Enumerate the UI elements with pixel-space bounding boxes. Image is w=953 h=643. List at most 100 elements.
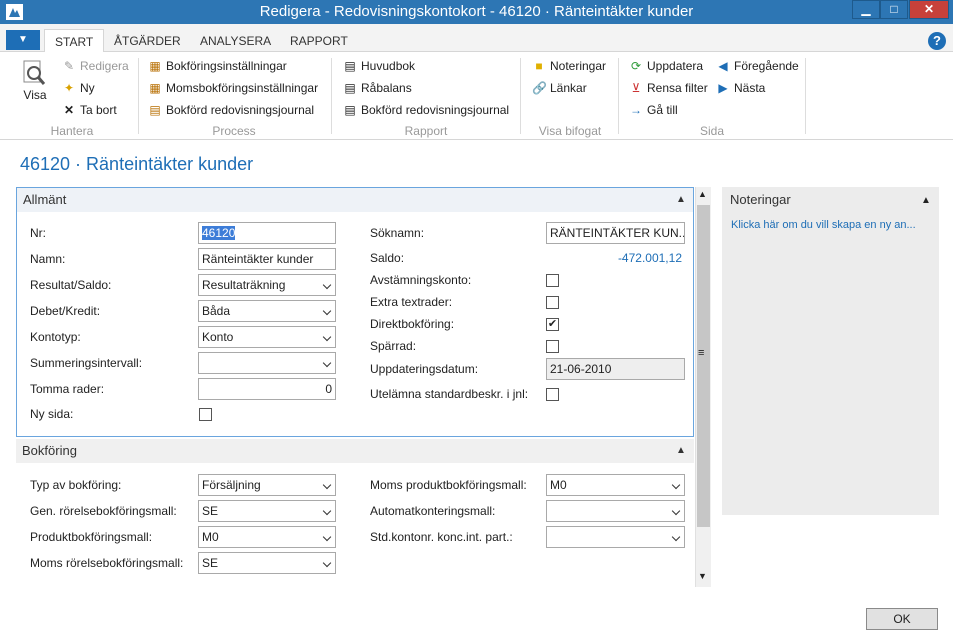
automatkontering-label: Automatkonteringsmall:: [370, 504, 496, 518]
soknamn-label: Söknamn:: [370, 226, 425, 240]
pencil-icon: ✎: [63, 59, 75, 73]
direktbokforing-checkbox[interactable]: ✔: [546, 318, 559, 331]
journal-icon: ▤: [149, 103, 161, 117]
tomma-rader-field[interactable]: 0: [198, 378, 336, 400]
namn-field[interactable]: Ränteintäkter kunder: [198, 248, 336, 270]
grip-icon: ≡: [698, 347, 705, 359]
bokforingsinstallningar-label: Bokföringsinställningar: [166, 59, 287, 73]
avstamningskonto-label: Avstämningskonto:: [370, 273, 472, 287]
ga-till-button[interactable]: → Gå till: [629, 100, 678, 120]
debet-kredit-select[interactable]: Båda: [198, 300, 336, 322]
ny-button[interactable]: ✦ Ny: [62, 78, 95, 98]
avstamningskonto-checkbox[interactable]: [546, 274, 559, 287]
title-bar: Redigera - Redovisningskontokort - 46120…: [0, 0, 953, 24]
tab-rapport[interactable]: RAPPORT: [280, 29, 358, 53]
moms-rorelse-label: Moms rörelsebokföringsmall:: [30, 556, 184, 570]
typ-av-bokforing-label: Typ av bokföring:: [30, 478, 122, 492]
lankar-button[interactable]: 🔗 Länkar: [532, 78, 587, 98]
foregaende-button[interactable]: ◀ Föregående: [716, 56, 798, 76]
automatkontering-select[interactable]: [546, 500, 685, 522]
produktbokforingsmall-select[interactable]: M0: [198, 526, 336, 548]
ribbon-separator: [331, 58, 332, 134]
scroll-up-icon[interactable]: ▲: [698, 189, 707, 199]
minimize-button[interactable]: ▁: [852, 0, 880, 19]
std-kontonr-select[interactable]: [546, 526, 685, 548]
rensa-filter-button[interactable]: ⊻ Rensa filter: [629, 78, 708, 98]
ny-sida-checkbox[interactable]: [199, 408, 212, 421]
scroll-down-icon[interactable]: ▼: [698, 571, 707, 581]
std-kontonr-label: Std.kontonr. konc.int. part.:: [370, 530, 513, 544]
tab-start[interactable]: START: [44, 29, 105, 53]
refresh-icon: ⟳: [630, 59, 642, 73]
nasta-label: Nästa: [734, 81, 766, 95]
app-menu-button[interactable]: ▼: [6, 30, 40, 50]
noteringar-label: Noteringar: [550, 59, 607, 73]
produktbokforingsmall-label: Produktbokföringsmall:: [30, 530, 153, 544]
soknamn-field[interactable]: RÄNTEINTÄKTER KUN...: [546, 222, 685, 244]
extra-textrader-checkbox[interactable]: [546, 296, 559, 309]
bokforing-header[interactable]: Bokföring: [16, 439, 694, 463]
group-rapport: Rapport: [404, 124, 448, 138]
saldo-value-link[interactable]: -472.001,12: [590, 251, 682, 265]
rapport-journal-button[interactable]: ▤ Bokförd redovisningsjournal: [343, 100, 509, 120]
saldo-label: Saldo:: [370, 251, 405, 265]
redigera-button[interactable]: ✎ Redigera: [62, 56, 129, 76]
bokford-redovisningsjournal-button[interactable]: ▤ Bokförd redovisningsjournal: [148, 100, 314, 120]
visa-button[interactable]: Visa: [22, 60, 48, 110]
summeringsintervall-select[interactable]: [198, 352, 336, 374]
noteringar-button[interactable]: ■ Noteringar: [532, 56, 606, 76]
uppdatera-label: Uppdatera: [647, 59, 704, 73]
notes-factbox: Noteringar ▲ Klicka här om du vill skapa…: [722, 187, 939, 515]
uppdatera-button[interactable]: ⟳ Uppdatera: [629, 56, 703, 76]
ta-bort-button[interactable]: ✕ Ta bort: [62, 100, 117, 120]
gen-rorelse-label: Gen. rörelsebokföringsmall:: [30, 504, 177, 518]
sparrad-label: Spärrad:: [370, 339, 417, 353]
sparrad-checkbox[interactable]: [546, 340, 559, 353]
momsbokforingsinstallningar-button[interactable]: ▦ Momsbokföringsinställningar: [148, 78, 318, 98]
group-sida: Sida: [699, 124, 725, 138]
lankar-label: Länkar: [550, 81, 587, 95]
typ-av-bokforing-select[interactable]: Försäljning: [198, 474, 336, 496]
summeringsintervall-label: Summeringsintervall:: [30, 356, 143, 370]
ny-label: Ny: [80, 81, 95, 95]
window-title: Redigera - Redovisningskontokort - 46120…: [259, 3, 694, 20]
ribbon-separator: [520, 58, 521, 134]
uppdateringsdatum-label: Uppdateringsdatum:: [370, 362, 479, 376]
tab-atgarder[interactable]: ÅTGÄRDER: [104, 29, 191, 53]
vertical-scrollbar[interactable]: ▲ ≡ ▼: [695, 187, 711, 587]
rabalans-button[interactable]: ▤ Råbalans: [343, 78, 412, 98]
nasta-button[interactable]: ▶ Nästa: [716, 78, 765, 98]
collapse-chevron-icon[interactable]: ▲: [676, 194, 686, 205]
utelamna-checkbox[interactable]: [546, 388, 559, 401]
kontotyp-select[interactable]: Konto: [198, 326, 336, 348]
clear-filter-icon: ⊻: [631, 81, 641, 95]
tab-analysera[interactable]: ANALYSERA: [190, 29, 281, 53]
ribbon-separator: [138, 58, 139, 134]
nr-value: 46120: [202, 226, 236, 240]
ta-bort-label: Ta bort: [80, 103, 117, 117]
bokforingsinstallningar-button[interactable]: ▦ Bokföringsinställningar: [148, 56, 287, 76]
scrollbar-thumb[interactable]: [697, 205, 710, 527]
moms-rorelse-select[interactable]: SE: [198, 552, 336, 574]
rabalans-label: Råbalans: [361, 81, 412, 95]
allmant-header[interactable]: Allmänt: [17, 188, 693, 212]
create-note-link[interactable]: Klicka här om du vill skapa en ny an...: [731, 219, 916, 231]
gen-rorelse-select[interactable]: SE: [198, 500, 336, 522]
nr-field[interactable]: 46120: [198, 222, 336, 244]
close-button[interactable]: ✕: [909, 0, 949, 19]
ribbon-separator: [618, 58, 619, 134]
collapse-chevron-icon[interactable]: ▲: [676, 445, 686, 456]
link-icon: 🔗: [532, 81, 547, 95]
arrow-right-icon: →: [630, 103, 642, 117]
maximize-button[interactable]: □: [880, 0, 908, 19]
collapse-chevron-icon[interactable]: ▲: [921, 195, 931, 206]
redigera-label: Redigera: [80, 59, 129, 73]
resultat-saldo-select[interactable]: Resultaträkning: [198, 274, 336, 296]
tomma-rader-label: Tomma rader:: [30, 382, 105, 396]
huvudbok-button[interactable]: ▤ Huvudbok: [343, 56, 415, 76]
group-process: Process: [212, 124, 256, 138]
moms-produkt-select[interactable]: M0: [546, 474, 685, 496]
help-icon[interactable]: ?: [928, 32, 946, 50]
ok-button[interactable]: OK: [866, 608, 938, 630]
settings-doc-icon: ▦: [149, 59, 161, 73]
